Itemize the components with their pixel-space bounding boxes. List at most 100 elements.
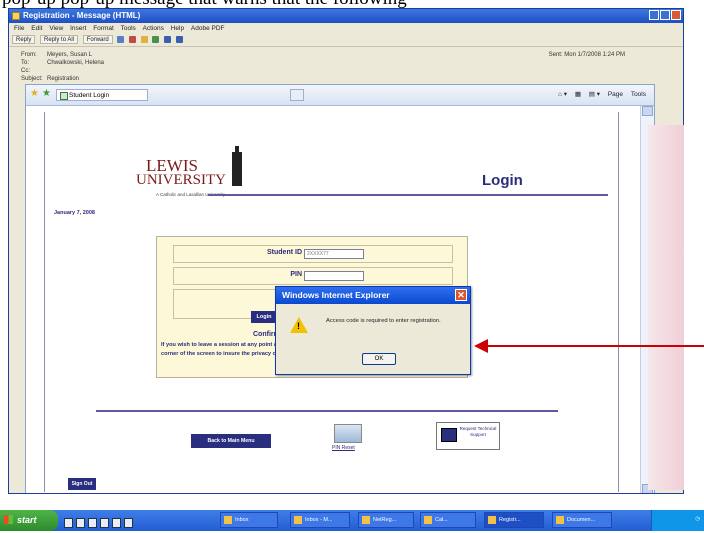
menu-actions[interactable]: Actions [143,25,164,32]
windows-logo-icon [4,515,13,524]
sent-timestamp: Sent: Mon 1/7/2008 1:24 PM [548,52,625,58]
outlook-title: Registration - Message (HTML) [23,11,141,20]
dialog-close-icon[interactable]: ✕ [455,289,467,301]
page-date: January 7, 2008 [54,210,95,216]
message-icon [12,12,20,20]
scroll-up-icon[interactable] [642,106,653,116]
pin-label: PIN [290,271,302,278]
forward-button[interactable]: Forward [82,35,113,44]
browser-command-bar: ⌂ ▾ ▦ ▤ ▾ Page Tools [552,90,646,98]
close-icon[interactable] [671,10,681,20]
start-button[interactable]: start [0,510,58,531]
feeds-icon[interactable]: ▦ [575,91,581,98]
reply-all-button[interactable]: Reply to All [40,35,79,44]
next-icon[interactable] [175,36,183,43]
menu-bar: File Edit View Insert Format Tools Actio… [9,23,683,34]
quick-launch-icon[interactable] [76,518,85,528]
caption-text: pop-up pop-up message that warns that th… [2,0,407,8]
menu-adobe-pdf[interactable]: Adobe PDF [191,25,225,32]
background-window-edge [648,125,684,490]
dialog-titlebar[interactable]: Windows Internet Explorer ✕ [276,287,470,304]
computer-icon [441,428,457,442]
print-icon[interactable]: ▤ ▾ [589,91,600,98]
quick-launch-icon[interactable] [124,518,133,528]
logo-line2: UNIVERSITY [136,172,226,188]
add-favorites-icon[interactable]: ★ [42,89,51,99]
quick-launch-icon[interactable] [112,518,121,528]
pin-reset-icon [334,424,362,443]
taskbar-item-active[interactable]: Registr... [484,512,544,528]
student-id-label: Student ID [267,249,302,256]
system-tray: ◷ [651,510,704,531]
cc-label: Cc: [21,68,30,74]
favorites-star-icon[interactable]: ★ [30,89,39,99]
category-icon[interactable] [140,36,148,43]
quick-launch-icon[interactable] [100,518,109,528]
student-id-input[interactable]: 2XXXX77 [304,249,364,259]
pin-reset-link[interactable]: PIN Reset [332,424,362,454]
menu-insert[interactable]: Insert [70,25,86,32]
taskbar-item[interactable]: Inbox - M... [290,512,350,528]
from-value: Meyers, Susan L [47,52,93,58]
page-menu[interactable]: Page [608,91,623,98]
page-title: Login [482,172,523,189]
home-icon[interactable]: ⌂ ▾ [558,91,567,98]
clock: ◷ [695,516,700,522]
sign-out-button[interactable]: Sign Out [68,478,96,490]
maximize-icon[interactable] [660,10,670,20]
to-label: To: [21,60,30,66]
caption-band: pop-up pop-up message that warns that th… [0,0,704,8]
menu-tools[interactable]: Tools [121,25,136,32]
windows-taskbar: start Inbox Inbox - M... NetReg... Cal..… [0,510,704,531]
quick-launch [64,515,136,533]
minimize-icon[interactable] [649,10,659,20]
print-icon[interactable] [117,36,125,43]
pin-input[interactable] [304,271,364,281]
previous-icon[interactable] [164,36,172,43]
menu-format[interactable]: Format [93,25,114,32]
menu-help[interactable]: Help [171,25,184,32]
move-icon[interactable] [152,36,160,43]
tech-support-button[interactable]: Request Technical Support [436,422,500,450]
subject-label: Subject: [21,76,43,82]
quick-launch-icon[interactable] [88,518,97,528]
tech-support-label: Request Technical Support [459,426,497,437]
outlook-titlebar[interactable]: Registration - Message (HTML) [9,9,683,23]
tab-student-login[interactable]: Student Login [56,89,148,101]
message-header: From: Meyers, Susan L To: Chwalkowski, Hel… [9,47,683,89]
footer-divider [96,410,558,412]
menu-view[interactable]: View [49,25,63,32]
to-value: Chwalkowski, Helena [47,60,105,66]
menu-file[interactable]: File [14,25,24,32]
tower-icon [232,146,242,186]
taskbar-item[interactable]: Inbox [220,512,278,528]
subject-value: Registration [47,76,80,82]
student-id-row: Student ID 2XXXX77 [173,245,453,263]
tools-menu[interactable]: Tools [631,91,646,98]
red-arrow-icon [474,339,704,353]
outlook-toolbar: Reply Reply to All Forward [9,34,683,47]
dialog-message: Access code is required to enter registr… [326,318,441,324]
from-label: From: [21,52,37,58]
reply-button[interactable]: Reply [12,35,36,44]
taskbar-item[interactable]: Cal... [420,512,476,528]
login-button[interactable]: Login [251,311,277,323]
back-to-main-menu-button[interactable]: Back to Main Menu [191,434,271,448]
warning-icon: ! [290,317,308,333]
taskbar-item[interactable]: Documen... [552,512,612,528]
page-favicon-icon [60,92,68,100]
pin-reset-label: PIN Reset [332,445,355,451]
dialog-title: Windows Internet Explorer [282,290,390,300]
outlook-window: Registration - Message (HTML) File Edit … [8,8,684,494]
pin-row: PIN [173,267,453,285]
quick-launch-icon[interactable] [64,518,73,528]
taskbar-item[interactable]: NetReg... [358,512,414,528]
dialog-ok-button[interactable]: OK [362,353,396,365]
alert-dialog: Windows Internet Explorer ✕ ! Access cod… [275,286,471,375]
flag-icon[interactable] [129,36,137,43]
header-divider [208,194,608,196]
start-label: start [17,515,37,525]
new-tab-button[interactable] [290,89,304,101]
browser-tab-bar: ★ ★ Student Login ⌂ ▾ ▦ ▤ ▾ Page Tools [26,85,654,106]
menu-edit[interactable]: Edit [31,25,42,32]
